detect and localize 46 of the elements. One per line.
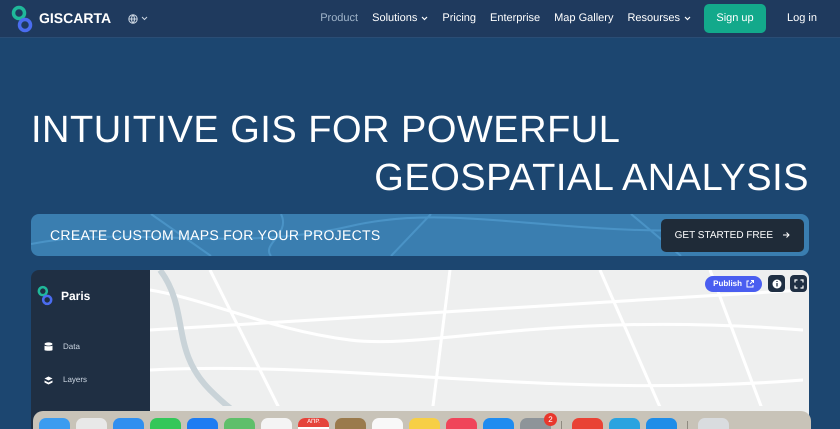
nav-link[interactable]: Map Gallery [554, 10, 614, 27]
fullscreen-icon [794, 278, 804, 288]
nav-link[interactable]: Solutions [372, 10, 428, 27]
app-icon[interactable] [609, 418, 640, 429]
nav-link[interactable]: Pricing [442, 10, 476, 27]
logo-icon [11, 4, 33, 32]
external-link-icon [746, 280, 754, 288]
log-in-link[interactable]: Log in [787, 10, 817, 27]
arrow-right-icon [782, 231, 790, 239]
app-icon[interactable] [483, 418, 514, 429]
database-icon [44, 342, 53, 352]
app-icon[interactable] [261, 418, 292, 429]
nav-link[interactable]: Product [320, 10, 358, 27]
logo-icon [37, 285, 53, 306]
app-icon[interactable] [698, 418, 729, 429]
banner-text: CREATE CUSTOM MAPS FOR YOUR PROJECTS [50, 226, 381, 244]
project-title: Paris [61, 288, 90, 304]
fullscreen-button[interactable] [790, 275, 807, 292]
nav-link[interactable]: Resourses [627, 10, 692, 27]
caret-icon [141, 16, 148, 21]
info-button[interactable] [768, 275, 785, 292]
brand-name[interactable]: GISCARTA [39, 8, 112, 29]
app-icon[interactable] [187, 418, 218, 429]
app-icon[interactable] [76, 418, 107, 429]
app-icon[interactable] [335, 418, 366, 429]
app-icon[interactable] [113, 418, 144, 429]
language-selector[interactable] [128, 14, 148, 24]
app-icon[interactable] [446, 418, 477, 429]
sidebar-item[interactable]: Data [63, 341, 80, 353]
nav-link[interactable]: Enterprise [490, 10, 540, 27]
notification-badge: 2 [544, 413, 557, 426]
app-icon[interactable] [39, 418, 70, 429]
app-icon[interactable] [372, 418, 403, 429]
hero-heading-line: GEOSPATIAL ANALYSIS [373, 156, 809, 201]
get-started-button[interactable]: GET STARTED FREE [660, 218, 804, 252]
app-icon[interactable] [409, 418, 440, 429]
layers-icon [44, 376, 53, 384]
app-icon[interactable] [224, 418, 255, 429]
app-icon[interactable] [646, 418, 677, 429]
app-icon[interactable] [572, 418, 603, 429]
info-icon [772, 278, 782, 288]
app-icon[interactable] [150, 418, 181, 429]
globe-icon [128, 14, 138, 24]
publish-button[interactable]: Publish [705, 276, 762, 292]
hero-heading-line: INTUITIVE GIS FOR POWERFUL [31, 108, 622, 153]
sidebar-item[interactable]: Layers [63, 374, 88, 386]
